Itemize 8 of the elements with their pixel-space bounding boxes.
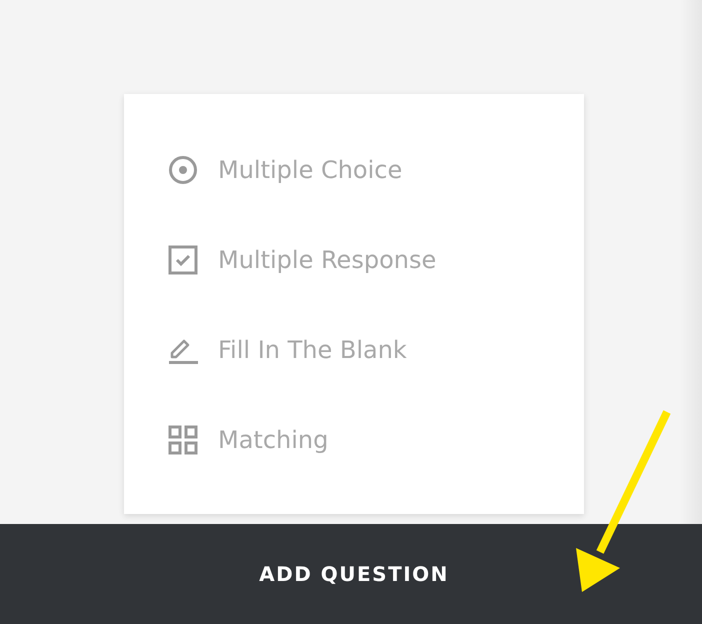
checkbox-icon bbox=[168, 245, 198, 275]
question-type-option[interactable]: Multiple Response bbox=[218, 246, 436, 274]
question-type-option[interactable]: Matching bbox=[218, 426, 328, 454]
radio-icon bbox=[168, 155, 198, 185]
question-type-option[interactable]: Multiple Choice bbox=[218, 156, 402, 184]
question-type-option[interactable]: Fill In The Blank bbox=[218, 336, 407, 364]
add-question-button[interactable]: ADD QUESTION bbox=[247, 554, 461, 594]
grid-icon bbox=[168, 425, 198, 455]
